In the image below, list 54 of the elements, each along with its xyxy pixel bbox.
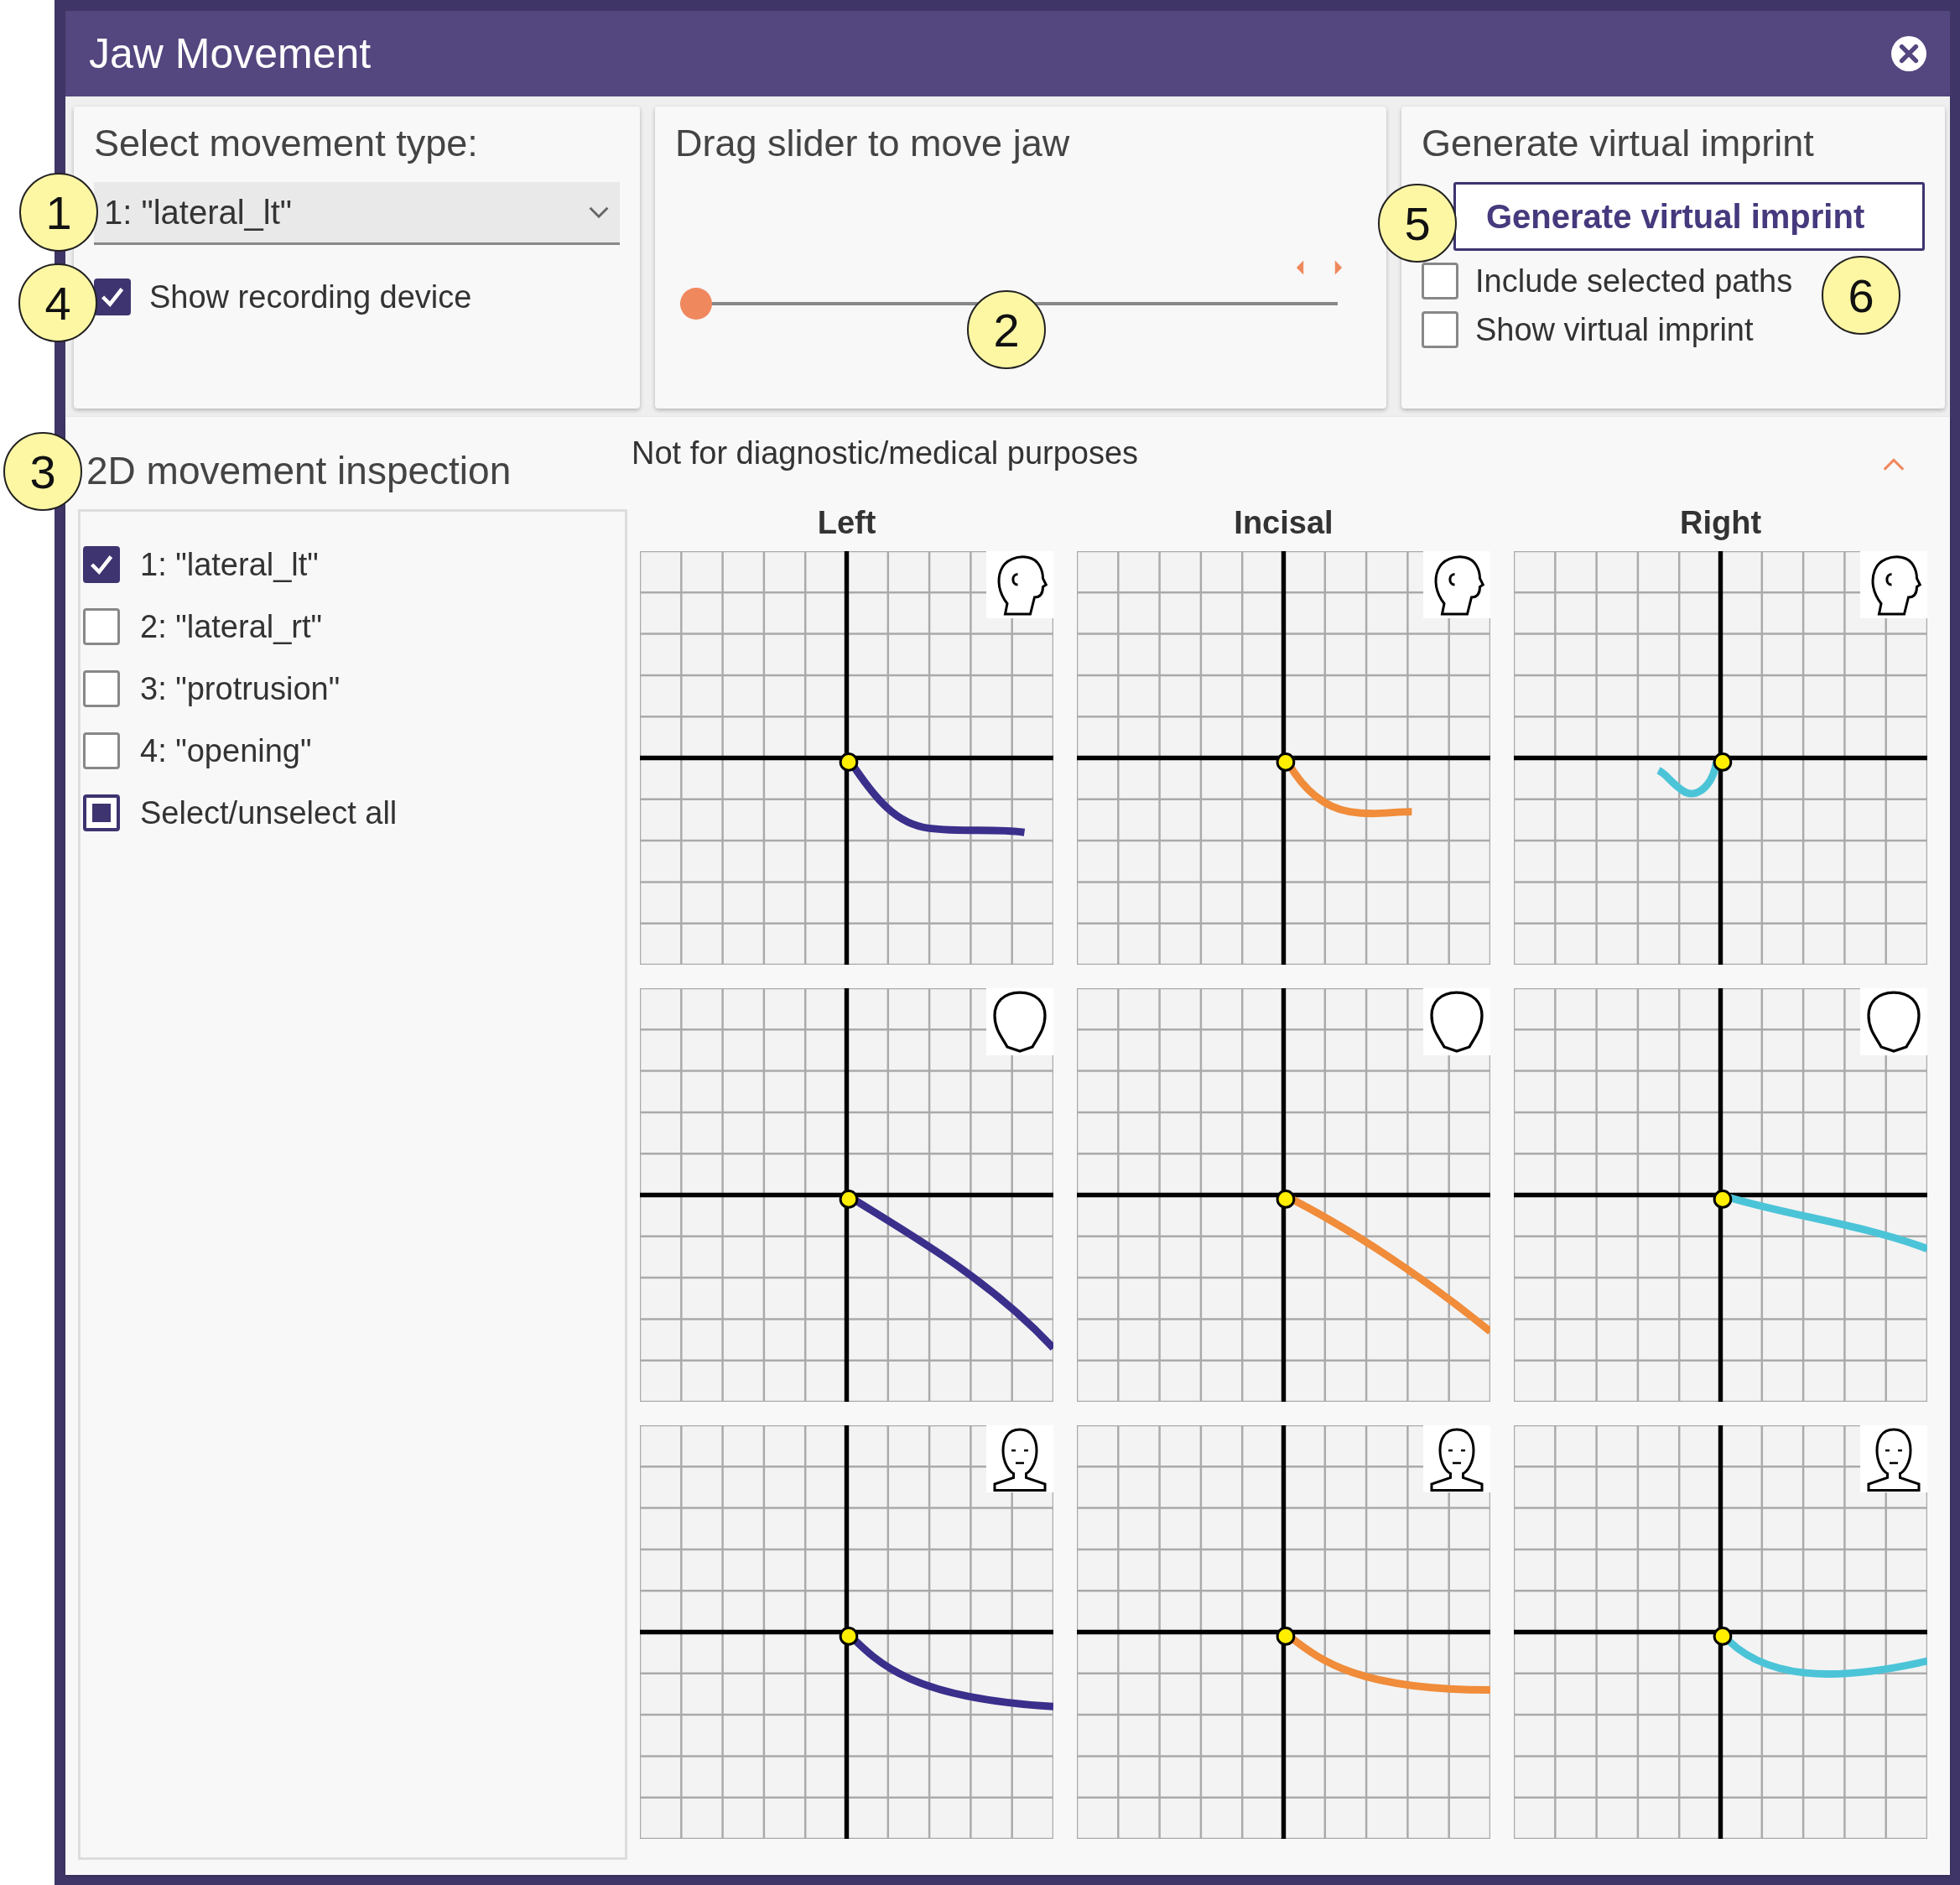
callout-number: 1	[19, 173, 98, 252]
origin-dot	[1276, 1190, 1296, 1209]
head-front-icon	[986, 1425, 1053, 1492]
origin-dot	[1276, 752, 1296, 772]
caret-icon	[588, 206, 610, 219]
head-top-icon	[986, 988, 1053, 1055]
callout-number: 3	[3, 432, 82, 511]
origin-dot	[1276, 1627, 1296, 1646]
window-title: Jaw Movement	[89, 29, 372, 78]
origin-dot	[1713, 752, 1733, 772]
list-item-label: 2: "lateral_rt"	[140, 608, 323, 645]
card-title: Generate virtual imprint	[1422, 122, 1815, 165]
checkbox[interactable]	[1422, 311, 1458, 348]
card-title: Drag slider to move jaw	[675, 122, 1070, 164]
checkbox-label: Show virtual imprint	[1475, 311, 1754, 348]
origin-dot	[1713, 1627, 1733, 1646]
movement-dropdown[interactable]: 1: "lateral_lt"	[94, 182, 620, 245]
checkbox-label: Include selected paths	[1475, 263, 1793, 299]
head-front-icon	[1423, 1425, 1490, 1492]
column-heading: Right	[1679, 505, 1762, 541]
checkbox-label: Show recording device	[149, 279, 472, 315]
generate-button[interactable]: Generate virtual imprint	[1453, 182, 1925, 251]
column-heading: Incisal	[1234, 505, 1334, 541]
head-profile-icon	[1860, 551, 1927, 618]
head-profile-icon	[1423, 551, 1490, 618]
list-item-label: 4: "opening"	[140, 732, 312, 769]
step-forward-icon[interactable]	[1333, 259, 1344, 276]
head-front-icon	[1860, 1425, 1927, 1492]
origin-dot	[1713, 1190, 1733, 1209]
checkbox[interactable]	[83, 732, 120, 769]
origin-dot	[839, 1627, 859, 1646]
disclaimer-text: Not for diagnostic/medical purposes	[632, 435, 1139, 471]
collapse-chevron-icon[interactable]	[1882, 457, 1905, 472]
checkbox[interactable]	[83, 546, 120, 583]
list-item-label: Select/unselect all	[140, 794, 398, 831]
checkbox[interactable]	[1422, 263, 1458, 299]
checkbox[interactable]	[83, 794, 120, 831]
card-title: Select movement type:	[94, 122, 479, 165]
list-item-label: 1: "lateral_lt"	[140, 546, 319, 583]
checkbox[interactable]	[83, 608, 120, 645]
list-item-label: 3: "protrusion"	[140, 670, 341, 707]
checkbox[interactable]	[83, 670, 120, 707]
slider-thumb[interactable]	[680, 288, 712, 320]
origin-dot	[839, 1190, 859, 1209]
head-profile-icon	[986, 551, 1053, 618]
head-top-icon	[1860, 988, 1927, 1055]
callout-number: 4	[18, 263, 97, 342]
section-title: 2D movement inspection	[86, 448, 512, 493]
origin-dot	[839, 752, 859, 772]
close-icon[interactable]	[1891, 36, 1926, 71]
column-heading: Left	[817, 505, 876, 541]
head-top-icon	[1423, 988, 1490, 1055]
checkbox[interactable]	[94, 279, 131, 315]
step-back-icon[interactable]	[1294, 259, 1306, 276]
